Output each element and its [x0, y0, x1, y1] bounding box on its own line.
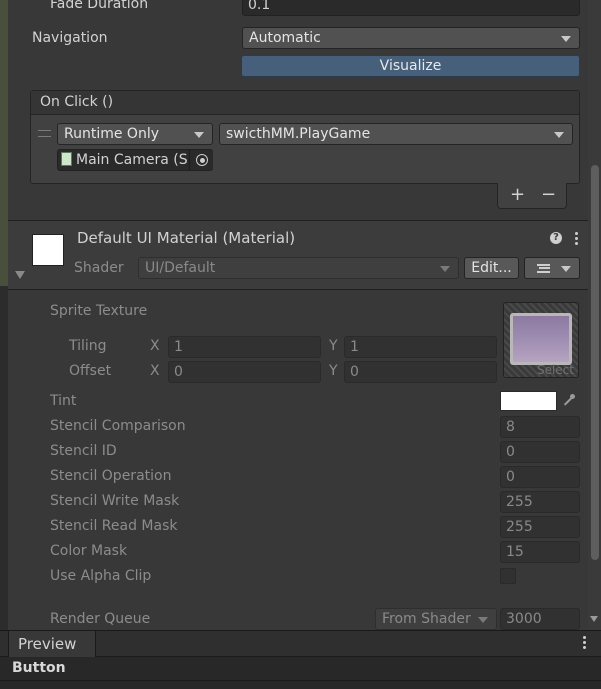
- scene-view-edge-lower: [0, 286, 8, 630]
- runtime-value: Runtime Only: [64, 126, 159, 142]
- tiling-y-field[interactable]: 1: [344, 336, 497, 358]
- runtime-dropdown[interactable]: Runtime Only: [57, 123, 213, 145]
- stencil-comparison-label: Stencil Comparison: [50, 418, 186, 434]
- tiling-x-label: X: [150, 338, 160, 354]
- event-list-footer: + −: [497, 183, 567, 209]
- offset-y-field[interactable]: 0: [344, 361, 497, 383]
- navigation-dropdown[interactable]: Automatic: [242, 27, 580, 49]
- use-alpha-clip-label: Use Alpha Clip: [50, 568, 152, 584]
- chevron-down-icon: [561, 36, 571, 42]
- stencil-write-mask-field[interactable]: 255: [500, 491, 580, 513]
- scrollbar-thumb[interactable]: [591, 165, 599, 560]
- render-queue-label: Render Queue: [50, 611, 151, 627]
- fade-duration-field[interactable]: 0.1: [242, 0, 580, 16]
- sprite-texture-label: Sprite Texture: [50, 303, 148, 319]
- on-click-event: On Click () Runtime Only swicthMM.PlayGa…: [30, 90, 580, 184]
- more-options-icon[interactable]: [570, 231, 582, 247]
- navigation-value: Automatic: [249, 30, 321, 46]
- foldout-arrow-icon[interactable]: [15, 271, 25, 279]
- add-listener-button[interactable]: +: [510, 184, 525, 205]
- target-object-name: Main Camera (S: [76, 152, 188, 168]
- shader-value: UI/Default: [145, 260, 216, 276]
- shader-dropdown[interactable]: UI/Default: [138, 257, 459, 279]
- preview-bottom-divider: [0, 680, 601, 681]
- stencil-comparison-field[interactable]: 8: [500, 416, 580, 438]
- render-queue-mode-dropdown[interactable]: From Shader: [375, 608, 497, 630]
- offset-y-label: Y: [329, 363, 338, 379]
- color-mask-label: Color Mask: [50, 543, 128, 559]
- chevron-down-icon: [440, 266, 450, 272]
- chevron-down-icon: [554, 132, 564, 138]
- shader-label: Shader: [74, 260, 124, 276]
- shader-options-dropdown[interactable]: [524, 257, 580, 279]
- navigation-label: Navigation: [32, 30, 108, 46]
- use-alpha-clip-checkbox[interactable]: [500, 568, 516, 584]
- offset-x-label: X: [150, 363, 160, 379]
- object-picker-icon[interactable]: [189, 150, 213, 170]
- tiling-label: Tiling: [69, 338, 107, 354]
- preview-tab-label: Preview: [18, 635, 77, 653]
- preview-object-name: Button: [12, 660, 66, 676]
- material-preview-swatch: [32, 234, 64, 266]
- color-mask-field[interactable]: 15: [500, 541, 580, 563]
- tint-color-field[interactable]: [500, 391, 557, 411]
- stencil-operation-label: Stencil Operation: [50, 468, 172, 484]
- stencil-operation-field[interactable]: 0: [500, 466, 580, 488]
- visualize-button[interactable]: Visualize: [241, 55, 580, 77]
- scroll-down-arrow-icon[interactable]: [590, 616, 598, 622]
- help-icon[interactable]: ?: [550, 232, 562, 244]
- texture-select-label[interactable]: Select: [537, 363, 574, 377]
- offset-x-field[interactable]: 0: [168, 361, 321, 383]
- fade-duration-label: Fade Duration: [50, 0, 149, 12]
- shader-edit-button[interactable]: Edit...: [464, 257, 519, 279]
- remove-listener-button[interactable]: −: [541, 184, 556, 205]
- texture-thumbnail: [510, 313, 572, 365]
- render-queue-field[interactable]: 3000: [500, 608, 580, 630]
- chevron-down-icon: [194, 132, 204, 138]
- tint-label: Tint: [50, 393, 77, 409]
- stencil-read-mask-label: Stencil Read Mask: [50, 518, 178, 534]
- preview-more-icon[interactable]: [580, 636, 590, 650]
- chevron-down-icon: [561, 266, 571, 272]
- gameobject-icon: [61, 152, 72, 166]
- drag-handle[interactable]: [38, 130, 51, 137]
- tiling-x-field[interactable]: 1: [168, 336, 321, 358]
- offset-label: Offset: [69, 363, 112, 379]
- material-title: Default UI Material (Material): [77, 229, 296, 247]
- on-click-header: On Click (): [31, 91, 579, 115]
- stencil-read-mask-field[interactable]: 255: [500, 516, 580, 538]
- scene-view-edge: [0, 0, 8, 286]
- stencil-id-field[interactable]: 0: [500, 441, 580, 463]
- stencil-write-mask-label: Stencil Write Mask: [50, 493, 180, 509]
- stencil-id-label: Stencil ID: [50, 443, 117, 459]
- render-queue-mode: From Shader: [382, 611, 471, 627]
- on-click-title: On Click (): [40, 94, 114, 110]
- preview-tab[interactable]: Preview: [8, 631, 96, 657]
- function-value: swicthMM.PlayGame: [226, 126, 371, 142]
- sprite-texture-slot[interactable]: Select: [503, 302, 579, 378]
- eyedropper-icon[interactable]: [561, 392, 577, 410]
- function-dropdown[interactable]: swicthMM.PlayGame: [219, 123, 573, 145]
- shader-edit-label: Edit...: [471, 260, 512, 276]
- tiling-y-label: Y: [329, 338, 338, 354]
- visualize-label: Visualize: [379, 58, 442, 74]
- chevron-down-icon: [478, 617, 488, 623]
